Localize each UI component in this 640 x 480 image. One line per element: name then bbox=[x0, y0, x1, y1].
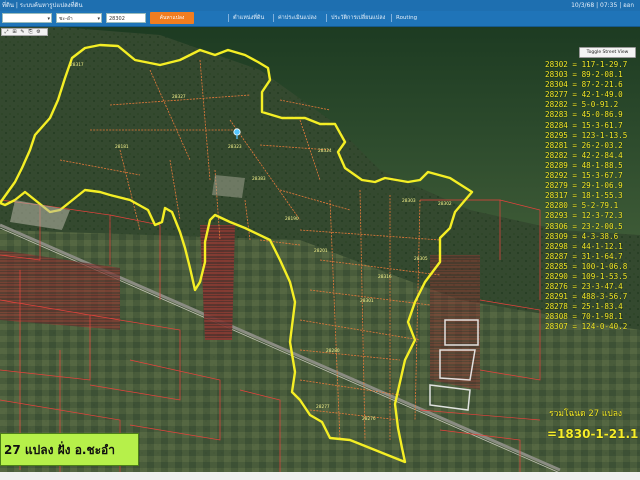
parcel-list-item: 28317 = 18-1-55.3 bbox=[545, 191, 623, 201]
parcel-list-item: 28281 = 26-2-03.2 bbox=[545, 140, 623, 150]
parcel-label: 28327 bbox=[172, 94, 186, 100]
parcel-list: 28302 = 117-1-29.7 28303 = 89-2-08.1 28304… bbox=[545, 60, 640, 333]
parcel-label: 28324 bbox=[318, 148, 332, 154]
province-select[interactable]: ▾ bbox=[2, 13, 52, 23]
parcel-list-item: 28276 = 23-3-47.4 bbox=[545, 282, 623, 292]
satellite-map[interactable]: 28317 28327 28181 28323 28383 28324 2819… bbox=[0, 27, 640, 472]
parcel-list-item: 28278 = 25-1-83.4 bbox=[545, 302, 623, 312]
clearing-area bbox=[212, 175, 245, 198]
grid-icon[interactable]: ⊞ bbox=[11, 29, 18, 35]
parcel-label: 28276 bbox=[362, 416, 376, 422]
fullscreen-icon[interactable]: ⤢ bbox=[3, 29, 10, 35]
parcel-list-item: 28309 = 4-3-38.6 bbox=[545, 231, 619, 241]
parcel-list-item: 28290 = 109-1-53.5 bbox=[545, 271, 628, 281]
parcel-list-item: 28292 = 15-3-67.7 bbox=[545, 171, 623, 181]
divider bbox=[228, 14, 229, 22]
toggle-street-view-button[interactable]: Toggle Street View bbox=[579, 47, 636, 58]
parcel-list-item: 28295 = 123-1-13.5 bbox=[545, 130, 628, 140]
parcel-list-item: 28308 = 70-1-98.1 bbox=[545, 312, 623, 322]
gear-icon[interactable]: ⚙ bbox=[35, 29, 42, 35]
parcel-label: 28323 bbox=[228, 144, 242, 150]
parcel-label: 28280 bbox=[326, 348, 340, 354]
app-window: ที่ดิน | ระบบค้นหารูปแปลงที่ดิน 10/3/68 … bbox=[0, 0, 640, 480]
parcel-list-item: 28279 = 29-1-06.9 bbox=[545, 181, 623, 191]
parcel-list-item: 28291 = 488-3-56.7 bbox=[545, 292, 628, 302]
parcel-label: 28317 bbox=[70, 62, 84, 68]
parcel-list-item: 28282 = 42-2-84.4 bbox=[545, 150, 623, 160]
parcel-number-value: 28302 bbox=[109, 16, 125, 22]
nav-link-routing[interactable]: Routing bbox=[396, 12, 417, 24]
parcel-number-input[interactable]: 28302 bbox=[106, 13, 146, 23]
map-canvas[interactable]: 28317 28327 28181 28323 28383 28324 2819… bbox=[0, 27, 640, 472]
nav-link-appraisal[interactable]: ค่าประเมินแปลง bbox=[278, 12, 317, 24]
parcel-list-item: 28289 = 48-1-88.5 bbox=[545, 160, 623, 170]
parcel-list-item: 28280 = 5-2-79.1 bbox=[545, 201, 619, 211]
parcel-list-item: 28287 = 31-1-64.7 bbox=[545, 251, 623, 261]
title-bar: ที่ดิน | ระบบค้นหารูปแปลงที่ดิน 10/3/68 … bbox=[0, 0, 640, 11]
parcel-list-item: 28293 = 12-3-72.3 bbox=[545, 211, 623, 221]
parcel-list-item: 28285 = 100-1-06.8 bbox=[545, 261, 628, 271]
parcel-list-item: 28303 = 89-2-08.1 bbox=[545, 70, 623, 80]
parcel-label: 28316 bbox=[378, 274, 392, 280]
parcel-list-item: 28306 = 23-2-00.5 bbox=[545, 221, 623, 231]
district-select-value: ชะ-อำ bbox=[59, 16, 73, 22]
nav-link-location[interactable]: ตำแหน่งที่ดิน bbox=[233, 12, 264, 24]
parcel-list-item: 28283 = 45-0-86.9 bbox=[545, 110, 623, 120]
parcel-list-item: 28282 = 5-0-91.2 bbox=[545, 100, 619, 110]
total-label: รวมโฉนด 27 แปลง bbox=[549, 409, 623, 419]
parcel-label: 28190 bbox=[285, 216, 299, 222]
copy-icon[interactable]: ⎘ bbox=[27, 29, 34, 35]
search-toolbar: ▾ ชะ-อำ ▾ 28302 ค้นหาแปลง ตำแหน่งที่ดิน ค… bbox=[0, 11, 640, 27]
parcel-label: 28201 bbox=[314, 248, 328, 254]
parcel-label: 28301 bbox=[360, 298, 374, 304]
divider bbox=[391, 14, 392, 22]
search-button[interactable]: ค้นหาแปลง bbox=[150, 12, 194, 24]
parcel-list-item: 28298 = 44-1-12.1 bbox=[545, 241, 623, 251]
app-title: ที่ดิน | ระบบค้นหารูปแปลงที่ดิน bbox=[2, 2, 83, 9]
chevron-down-icon: ▾ bbox=[47, 16, 50, 22]
parcel-label: 28303 bbox=[402, 198, 416, 204]
parcel-list-item: 28307 = 124-0-40.2 bbox=[545, 322, 628, 332]
bottom-strip bbox=[0, 472, 640, 480]
district-select[interactable]: ชะ-อำ ▾ bbox=[56, 13, 102, 23]
parcel-label: 28383 bbox=[252, 176, 266, 182]
caption-box: 27 แปลง ฝั่ง อ.ชะอำ bbox=[0, 433, 139, 466]
parcel-list-item: 28284 = 15-3-61.7 bbox=[545, 120, 623, 130]
parcel-list-item: 28277 = 42-1-49.0 bbox=[545, 90, 623, 100]
divider bbox=[326, 14, 327, 22]
parcel-list-item: 28302 = 117-1-29.7 bbox=[545, 60, 628, 69]
divider bbox=[273, 14, 274, 22]
parcel-label: 28277 bbox=[316, 404, 330, 410]
edit-icon[interactable]: ✎ bbox=[19, 29, 26, 35]
user-status[interactable]: 10/3/68 | 07:35 | ออก bbox=[571, 0, 634, 11]
parcel-label: 28302 bbox=[438, 201, 452, 207]
parcel-list-item: 28304 = 87-2-21.6 bbox=[545, 80, 623, 90]
chevron-down-icon: ▾ bbox=[97, 16, 100, 22]
total-value: =1830-1-21.1 bbox=[547, 427, 639, 441]
parcel-label: 28181 bbox=[115, 144, 129, 150]
parcel-label: 28305 bbox=[414, 256, 428, 262]
nav-link-history[interactable]: ประวัติการเปลี่ยนแปลง bbox=[331, 12, 385, 24]
map-tools: ⤢ ⊞ ✎ ⎘ ⚙ bbox=[1, 28, 48, 36]
